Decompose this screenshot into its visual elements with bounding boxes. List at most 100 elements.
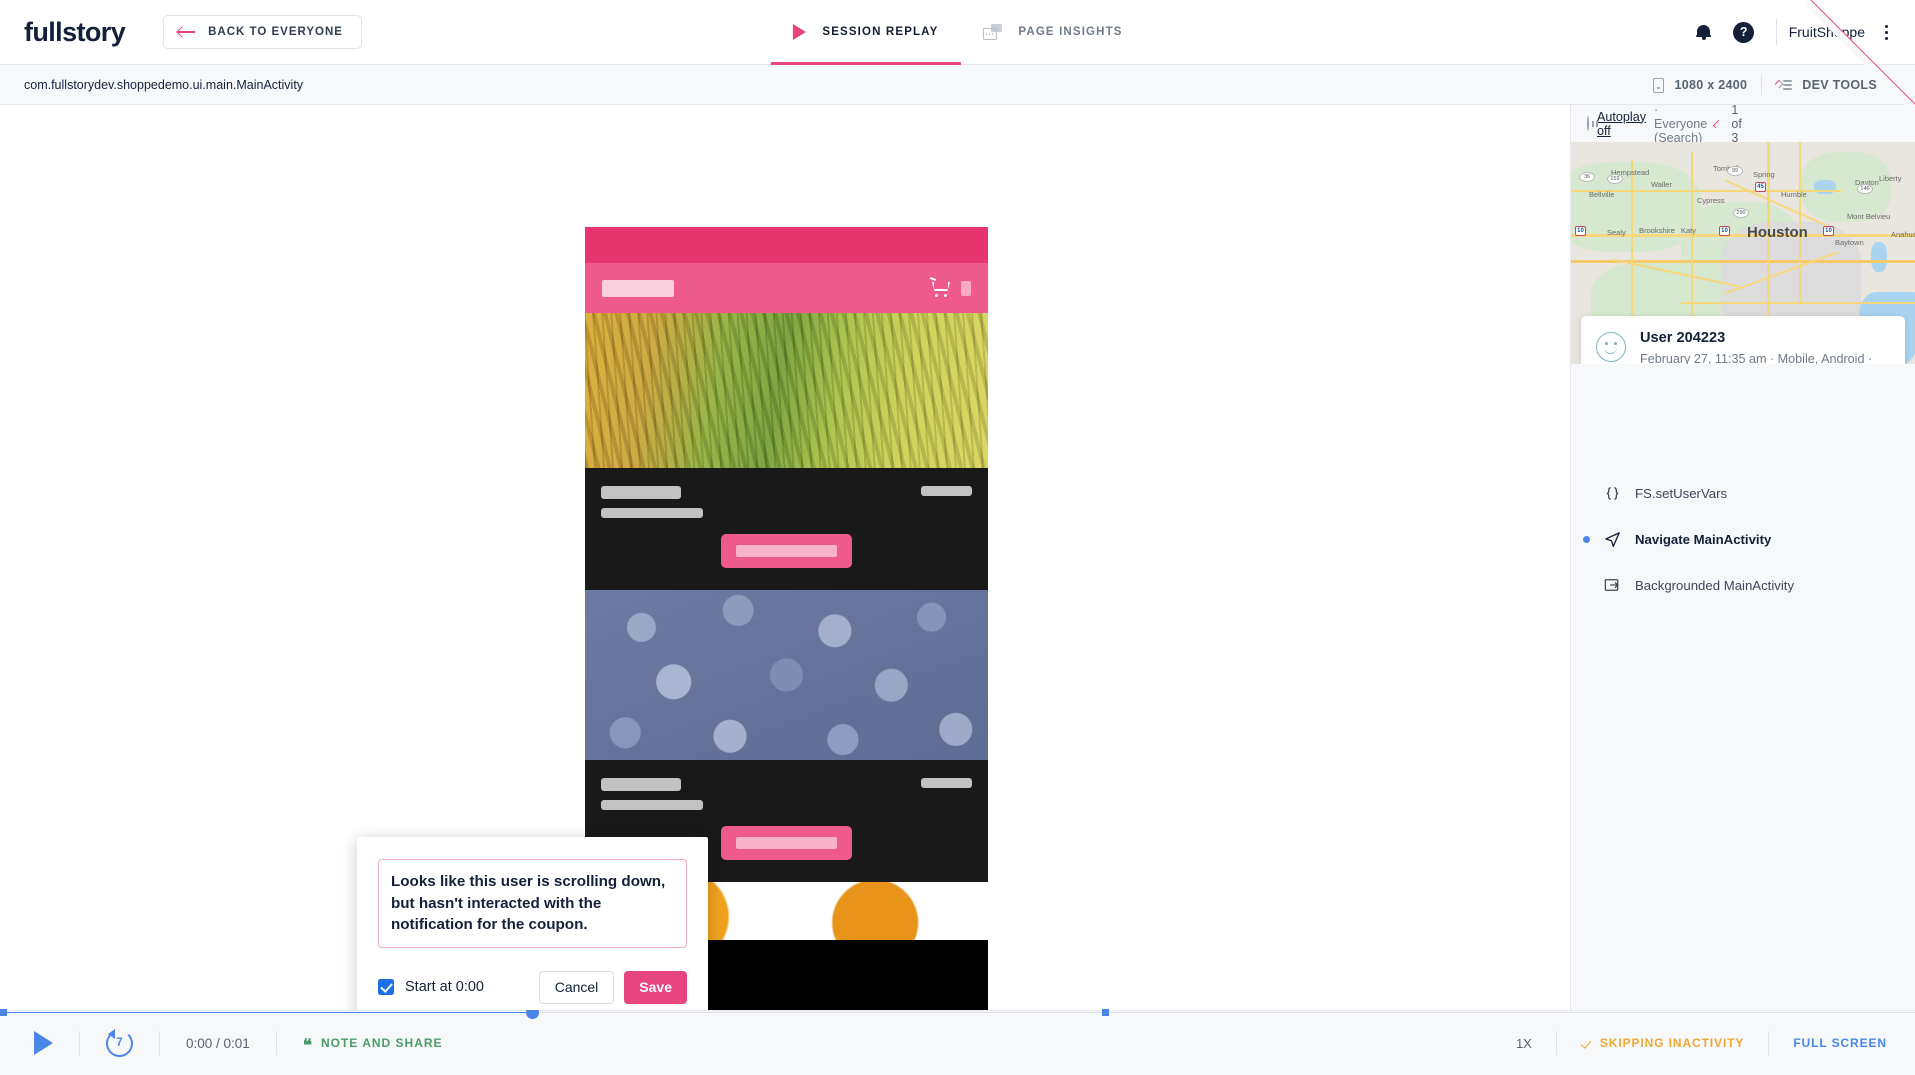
arrow-left-icon [178, 26, 196, 38]
bananas-card-top-row [601, 486, 972, 499]
scrubber-event-marker[interactable] [1102, 1009, 1109, 1016]
user-name[interactable]: User 204223 [1640, 330, 1890, 346]
session-pager: 1 of 3 [1713, 0, 1915, 248]
note-dialog-actions: Start at 0:00 Cancel Save [378, 970, 687, 1004]
tab-page-insights[interactable]: PAGE INSIGHTS [960, 0, 1144, 65]
main-body: Start at 0:00 Cancel Save https://fsty.i… [0, 0, 1915, 1010]
full-screen-button[interactable]: FULL SCREEN [1769, 1036, 1915, 1050]
masked-button-label [736, 837, 837, 849]
play-button[interactable] [34, 1031, 53, 1055]
divider [159, 1031, 160, 1055]
masked-text-line [601, 508, 703, 518]
skipping-inactivity-toggle[interactable]: SKIPPING INACTIVITY [1557, 1036, 1768, 1050]
play-icon [792, 24, 806, 40]
location-map[interactable]: Hempstead Waller Tomball Spring Dayton L… [1571, 142, 1915, 364]
autoplay-toggle[interactable]: Autoplay off [1597, 110, 1646, 138]
full-screen-label: FULL SCREEN [1793, 1036, 1887, 1050]
timeline-scrubber[interactable] [0, 1006, 1915, 1019]
event-list: FS.setUserVars Navigate MainActivity Bac… [1571, 460, 1915, 1010]
user-info-card: User 204223 February 27, 11:35 am · Mobi… [1581, 316, 1905, 364]
start-at-checkbox[interactable]: Start at 0:00 [378, 979, 484, 995]
event-label: Navigate MainActivity [1635, 531, 1772, 547]
notifications-button[interactable] [1684, 12, 1724, 52]
note-dialog-top: Start at 0:00 Cancel Save [357, 837, 708, 1010]
back-to-everyone-label: BACK TO EVERYONE [208, 26, 343, 38]
start-at-label: Start at 0:00 [405, 979, 484, 995]
note-dialog-buttons: Cancel Save [538, 970, 687, 1004]
scrubber-start-marker [0, 1009, 7, 1016]
event-label: FS.setUserVars [1635, 485, 1728, 501]
masked-text-line [601, 486, 681, 499]
player-left-controls: 7 0:00 / 0:01 ❝ NOTE AND SHARE [0, 1028, 443, 1057]
top-navigation-bar: fullstory BACK TO EVERYONE SESSION REPLA… [0, 0, 1915, 65]
save-button[interactable]: Save [624, 970, 687, 1004]
rewind-7-seconds-button[interactable]: 7 [106, 1028, 133, 1057]
skipping-inactivity-label: SKIPPING INACTIVITY [1599, 1036, 1745, 1050]
divider [79, 1031, 80, 1055]
tab-session-replay[interactable]: SESSION REPLAY [770, 0, 961, 65]
top-right-actions: ? FruitShoppe [1684, 12, 1915, 52]
product-section-bananas [585, 313, 988, 590]
chevron-left-icon[interactable] [1713, 119, 1722, 128]
help-icon: ? [1733, 21, 1755, 43]
page-insights-icon [982, 24, 1002, 40]
fullstory-logo[interactable]: fullstory [24, 17, 126, 48]
player-right-controls: 1X SKIPPING INACTIVITY FULL SCREEN [1492, 1031, 1915, 1055]
device-resolution-label: 1080 x 2400 [1674, 78, 1748, 92]
event-row-backgrounded-mainactivity[interactable]: Backgrounded MainActivity [1571, 562, 1915, 608]
divider [275, 1031, 277, 1055]
shopping-cart-icon [929, 277, 952, 298]
masked-text-line [601, 800, 703, 810]
help-button[interactable]: ? [1724, 12, 1764, 52]
speed-control[interactable]: 1X [1492, 1036, 1556, 1051]
dev-tools-label: DEV TOOLS [1802, 78, 1877, 92]
masked-button-label [736, 545, 837, 557]
event-row-navigate-mainactivity[interactable]: Navigate MainActivity [1571, 516, 1915, 562]
pager-count: 1 of 3 [1731, 102, 1742, 145]
note-textarea[interactable] [378, 859, 687, 948]
dev-tools-icon [1775, 79, 1793, 91]
dev-tools-button[interactable]: DEV TOOLS [1762, 78, 1891, 92]
event-current-dot [1583, 535, 1590, 543]
cart-button[interactable] [929, 277, 971, 298]
activity-path-label: com.fullstorydev.shoppedemo.ui.main.Main… [24, 77, 304, 92]
tab-session-replay-label: SESSION REPLAY [822, 26, 939, 38]
blueberries-add-button[interactable] [721, 826, 852, 860]
cancel-button[interactable]: Cancel [538, 970, 615, 1004]
blueberries-image [585, 590, 988, 760]
event-row-fs-setuservars[interactable]: FS.setUserVars [1571, 470, 1915, 516]
scrubber-progress [0, 1011, 532, 1013]
user-meta-line-1: February 27, 11:35 am · Mobile, Android … [1640, 352, 1873, 364]
tab-page-insights-label: PAGE INSIGHTS [1018, 26, 1123, 38]
rewind-seconds-label: 7 [116, 1037, 123, 1049]
bananas-add-button[interactable] [721, 534, 852, 568]
more-options-icon[interactable] [1875, 21, 1897, 43]
masked-price [921, 486, 972, 496]
masked-text-line [601, 778, 681, 791]
blueberries-card-top-row [601, 778, 972, 791]
timecode-label: 0:00 / 0:01 [186, 1035, 250, 1051]
masked-app-title [602, 279, 674, 297]
activity-bar: com.fullstorydev.shoppedemo.ui.main.Main… [0, 65, 1915, 105]
bananas-image [585, 313, 988, 468]
device-resolution: 1080 x 2400 [1639, 77, 1761, 93]
map-city-label: Houston [1747, 224, 1808, 241]
phone-status-bar [585, 227, 988, 263]
bananas-card [585, 468, 988, 590]
fullstory-session-replay-app: fullstory BACK TO EVERYONE SESSION REPLA… [0, 0, 1915, 1075]
backgrounded-icon [1603, 576, 1622, 595]
note-and-share-button[interactable]: ❝ NOTE AND SHARE [303, 1036, 443, 1054]
masked-price [921, 778, 972, 788]
right-sidebar: Autoplay off · Everyone (Search) 1 of 3 [1571, 0, 1915, 1010]
speed-label: 1X [1515, 1035, 1532, 1051]
main-tabs: SESSION REPLAY PAGE INSIGHTS [770, 0, 1144, 65]
check-icon [1581, 1039, 1592, 1048]
checkbox-checked-icon [378, 979, 394, 995]
navigate-icon [1603, 530, 1622, 549]
segment-label: · Everyone (Search) [1654, 102, 1708, 145]
back-to-everyone-button[interactable]: BACK TO EVERYONE [163, 15, 362, 49]
note-and-share-label: NOTE AND SHARE [320, 1036, 443, 1050]
divider [1775, 19, 1777, 45]
smiley-avatar-icon [1596, 332, 1626, 362]
masked-cart-badge [961, 280, 971, 296]
